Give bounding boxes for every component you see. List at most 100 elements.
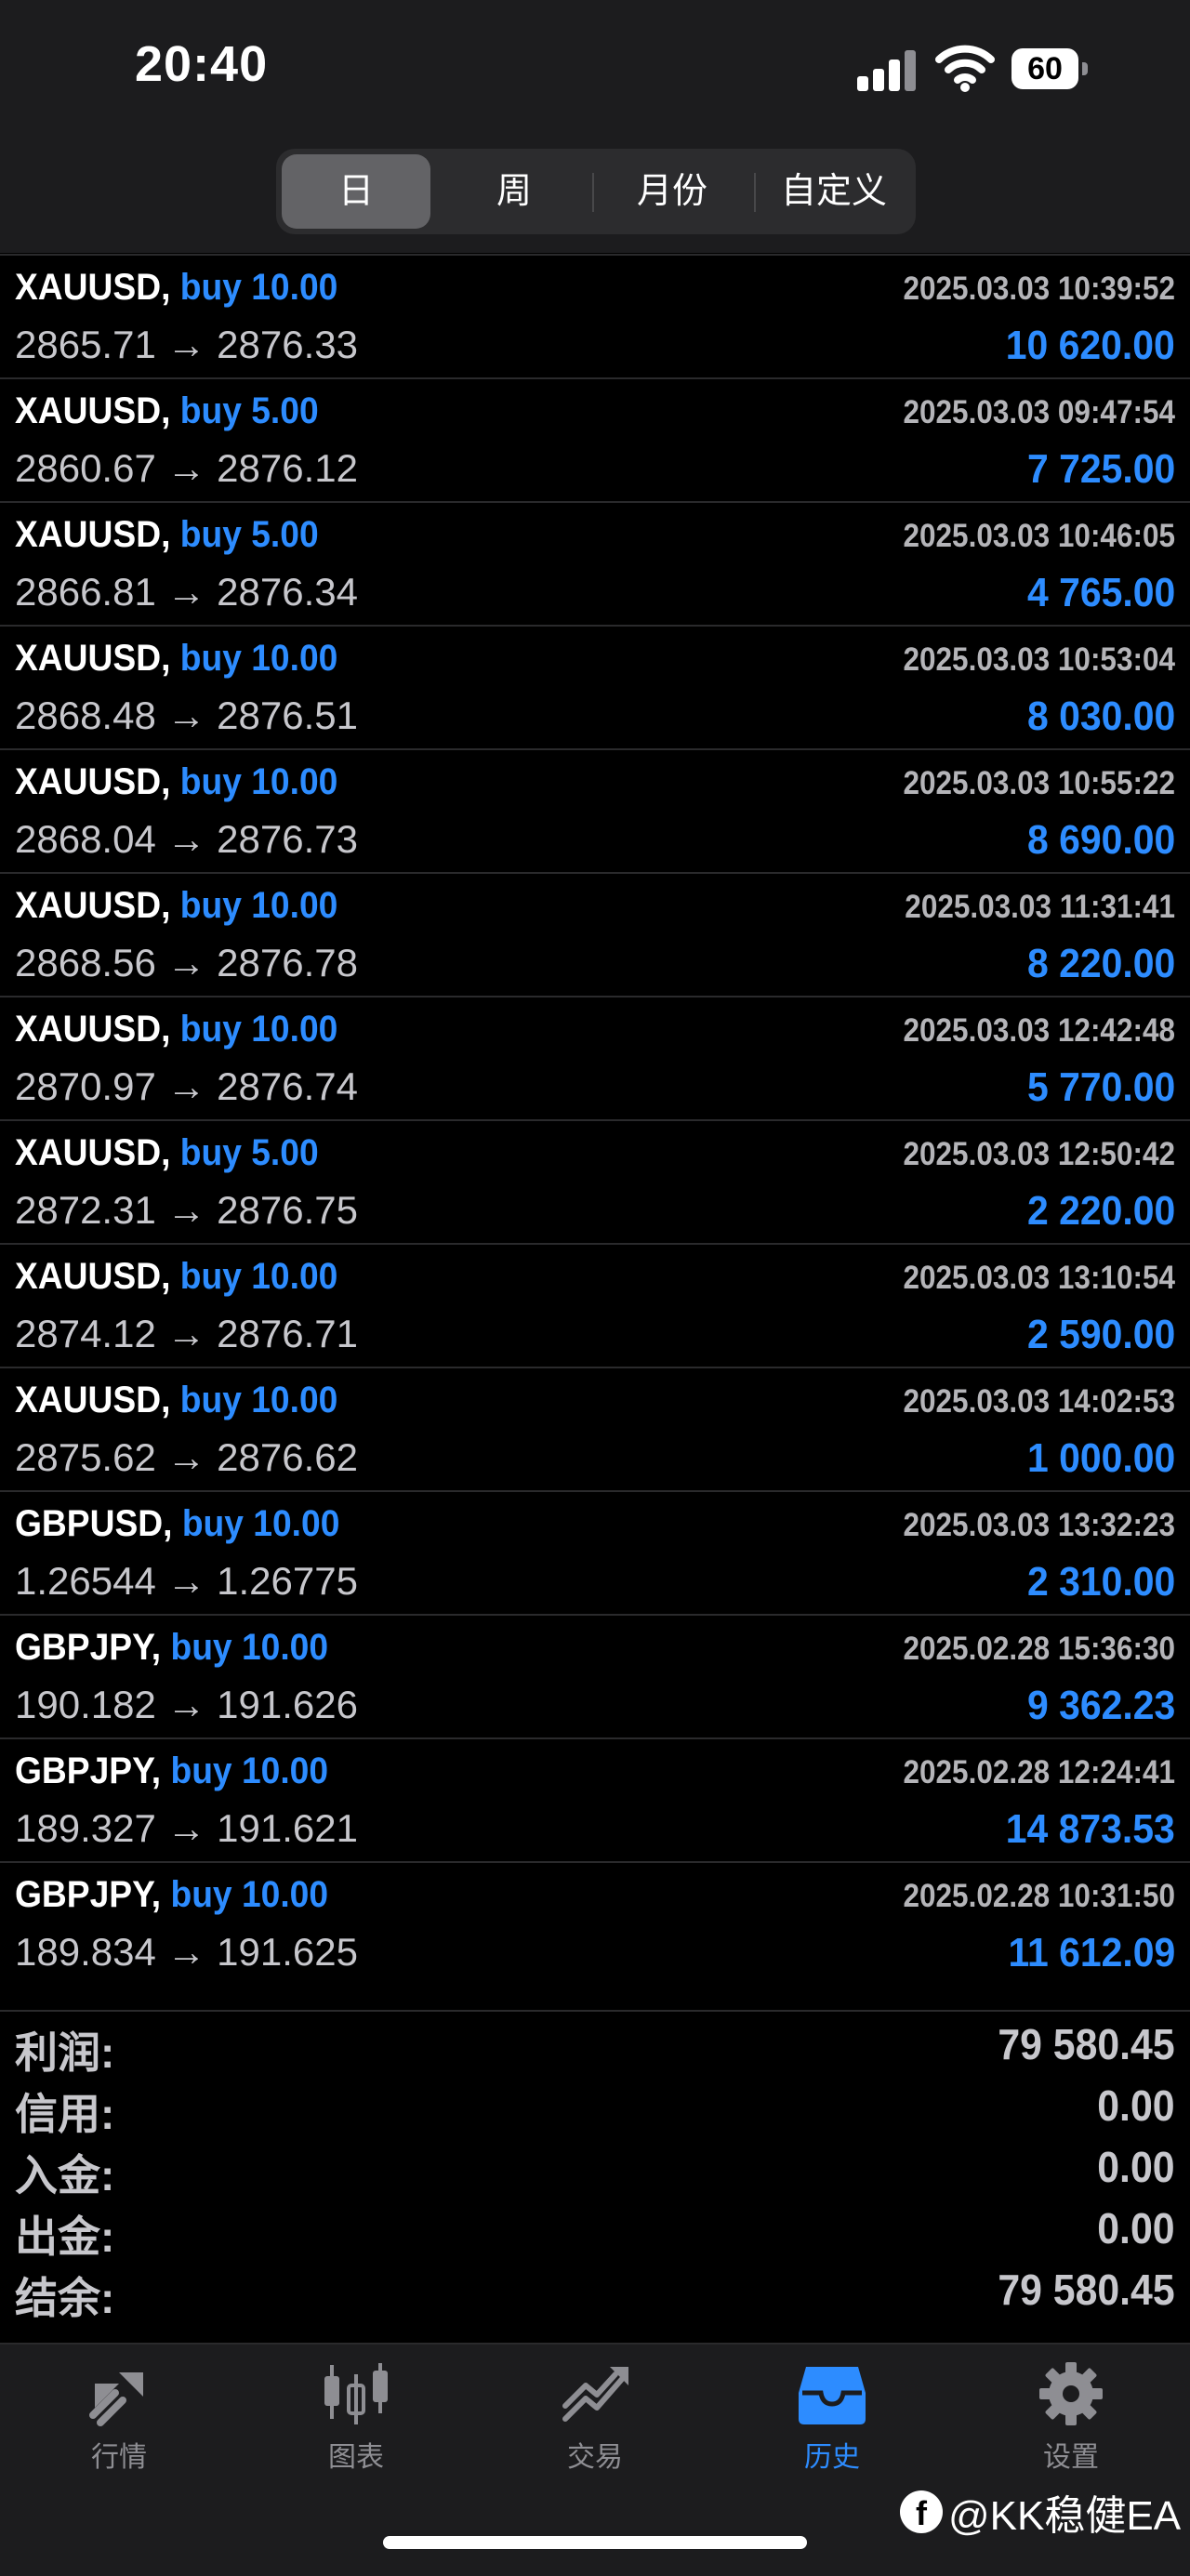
deal-row[interactable]: GBPUSD, buy 10.00 2025.03.03 13:32:23 1.26… [0,1490,1190,1614]
segment-month[interactable]: 月份 [598,154,747,229]
deal-prices: 2868.48 → 2876.51 [15,694,358,737]
tab-chart[interactable]: 图表 [282,2361,430,2482]
deal-prices: 1.26544 → 1.26775 [15,1559,358,1603]
summary-row: 入金: 0.00 [0,2134,1190,2200]
deal-title: XAUUSD, buy 10.00 [15,267,337,309]
deal-prices: 2875.62 → 2876.62 [15,1435,358,1479]
deal-profit: 11 612.09 [1008,1930,1175,1975]
tab-history[interactable]: 历史 [758,2361,906,2482]
deal-prices: 2865.71 → 2876.33 [15,323,358,366]
deal-symbol: XAUUSD, [15,885,171,926]
deal-row[interactable]: XAUUSD, buy 5.00 2025.03.03 12:50:42 2872.… [0,1119,1190,1243]
cellular-signal-icon [857,48,917,91]
summary-row: 信用: 0.00 [0,2073,1190,2138]
deal-type-volume: buy 10.00 [179,1380,338,1420]
deal-symbol: XAUUSD, [15,267,171,308]
segment-day[interactable]: 日 [282,154,430,229]
deal-time: 2025.03.03 10:55:22 [903,765,1176,801]
deal-symbol: XAUUSD, [15,1132,171,1173]
deal-time: 2025.02.28 15:36:30 [903,1631,1176,1667]
deal-row[interactable]: XAUUSD, buy 10.00 2025.03.03 11:31:41 2868… [0,872,1190,996]
deal-type-volume: buy 10.00 [179,638,338,679]
deal-time: 2025.02.28 12:24:41 [903,1754,1176,1790]
summary-value: 79 580.45 [998,2266,1175,2314]
deal-title: GBPJPY, buy 10.00 [15,1750,328,1792]
tab-trade-label: 交易 [567,2442,623,2473]
header: 20:40 60 日 周 月份 自定义 [0,0,1190,253]
deal-type-volume: buy 10.00 [179,1009,338,1050]
deal-title: XAUUSD, buy 10.00 [15,885,337,927]
deal-profit: 2 590.00 [1026,1312,1175,1357]
deal-type-volume: buy 10.00 [170,1627,329,1668]
tab-trade[interactable]: 交易 [521,2361,669,2482]
deal-row[interactable]: GBPJPY, buy 10.00 2025.02.28 10:31:50 189.… [0,1861,1190,1985]
battery-icon: 60 [1012,48,1088,89]
deal-title: XAUUSD, buy 5.00 [15,1132,319,1174]
deal-title: XAUUSD, buy 10.00 [15,1380,337,1421]
deal-prices: 189.834 → 191.625 [15,1930,358,1974]
deal-profit: 10 620.00 [1005,323,1175,368]
deal-row[interactable]: XAUUSD, buy 5.00 2025.03.03 10:46:05 2866.… [0,501,1190,625]
summary-value: 0.00 [1097,2081,1175,2130]
deal-title: GBPJPY, buy 10.00 [15,1874,328,1916]
deal-type-volume: buy 10.00 [170,1750,329,1791]
wifi-icon [935,41,995,93]
deal-prices: 189.327 → 191.621 [15,1806,358,1850]
deal-symbol: XAUUSD, [15,1380,171,1420]
summary-label: 结余: [15,2274,115,2322]
deal-time: 2025.03.03 12:42:48 [903,1012,1176,1049]
summary-value: 0.00 [1097,2204,1175,2252]
deal-symbol: GBPJPY, [15,1627,162,1668]
deal-type-volume: buy 5.00 [179,390,319,431]
deal-row[interactable]: XAUUSD, buy 10.00 2025.03.03 12:42:48 2870… [0,996,1190,1119]
watermark: f @KK稳健EA [900,2482,1181,2542]
watermark-text: @KK稳健EA [948,2493,1182,2539]
battery-level: 60 [1012,48,1078,89]
deal-time: 2025.03.03 12:50:42 [903,1136,1176,1172]
summary-value: 79 580.45 [998,2020,1175,2068]
status-bar: 20:40 60 [0,0,1190,139]
deal-prices: 2860.67 → 2876.12 [15,446,358,490]
deal-profit: 1 000.00 [1026,1435,1175,1481]
clock: 20:40 [135,36,269,92]
deal-title: XAUUSD, buy 5.00 [15,390,319,432]
deal-symbol: GBPJPY, [15,1874,162,1915]
summary-value: 0.00 [1097,2143,1175,2191]
tab-quotes[interactable]: 行情 [45,2361,193,2482]
tab-chart-label: 图表 [328,2442,384,2473]
period-selector: 日 周 月份 自定义 [276,149,916,234]
deal-symbol: XAUUSD, [15,1009,171,1050]
segment-week[interactable]: 周 [440,154,588,229]
deal-row[interactable]: XAUUSD, buy 10.00 2025.03.03 13:10:54 2874… [0,1243,1190,1367]
tab-settings[interactable]: 设置 [997,2361,1145,2482]
deal-prices: 2874.12 → 2876.71 [15,1312,358,1355]
deal-type-volume: buy 10.00 [170,1874,329,1915]
deal-time: 2025.03.03 10:46:05 [903,518,1176,554]
deal-row[interactable]: XAUUSD, buy 10.00 2025.03.03 10:39:52 2865… [0,254,1190,377]
deal-row[interactable]: XAUUSD, buy 5.00 2025.03.03 09:47:54 2860.… [0,377,1190,501]
deal-prices: 2870.97 → 2876.74 [15,1064,358,1108]
deal-row[interactable]: XAUUSD, buy 10.00 2025.03.03 10:55:22 2868… [0,748,1190,872]
deal-time: 2025.03.03 13:32:23 [903,1507,1176,1543]
deal-symbol: XAUUSD, [15,638,171,679]
deal-row[interactable]: GBPJPY, buy 10.00 2025.02.28 12:24:41 189.… [0,1737,1190,1861]
deal-type-volume: buy 10.00 [181,1503,340,1544]
deal-time: 2025.03.03 09:47:54 [903,394,1176,430]
segment-custom[interactable]: 自定义 [760,154,908,229]
summary-row: 结余: 79 580.45 [0,2257,1190,2322]
deal-symbol: XAUUSD, [15,761,171,802]
deal-time: 2025.03.03 14:02:53 [903,1383,1176,1420]
deal-prices: 190.182 → 191.626 [15,1683,358,1726]
deal-symbol: XAUUSD, [15,514,171,555]
deal-profit: 14 873.53 [1005,1806,1175,1852]
deal-profit: 8 030.00 [1026,694,1175,739]
deal-history-list: XAUUSD, buy 10.00 2025.03.03 10:39:52 2865… [0,254,1190,1985]
deal-row[interactable]: XAUUSD, buy 10.00 2025.03.03 10:53:04 2868… [0,625,1190,748]
deal-row[interactable]: XAUUSD, buy 10.00 2025.03.03 14:02:53 2875… [0,1367,1190,1490]
deal-title: GBPUSD, buy 10.00 [15,1503,339,1545]
deal-type-volume: buy 10.00 [179,761,338,802]
tab-settings-label: 设置 [1043,2442,1099,2473]
deal-row[interactable]: GBPJPY, buy 10.00 2025.02.28 15:36:30 190.… [0,1614,1190,1737]
deal-prices: 2872.31 → 2876.75 [15,1188,358,1232]
deal-profit: 4 765.00 [1026,570,1175,615]
